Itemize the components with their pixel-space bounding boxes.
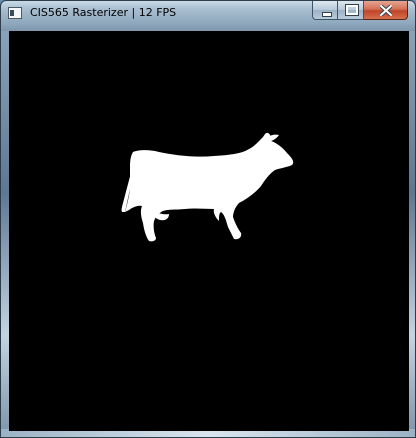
app-icon[interactable] [8,7,22,19]
minimize-icon [313,1,337,19]
maximize-icon [338,1,363,19]
window-frame-left[interactable] [1,31,9,437]
render-viewport[interactable] [9,31,409,431]
minimize-button[interactable] [312,1,338,20]
title-bar[interactable]: CIS565 Rasterizer | 12 FPS [1,1,415,27]
close-icon [364,1,407,19]
close-button[interactable] [364,1,408,20]
caption-buttons [312,1,408,20]
app-window: CIS565 Rasterizer | 12 FPS [0,0,416,438]
window-title: CIS565 Rasterizer | 12 FPS [30,6,177,19]
cow-silhouette [121,132,294,242]
maximize-button[interactable] [338,1,364,20]
